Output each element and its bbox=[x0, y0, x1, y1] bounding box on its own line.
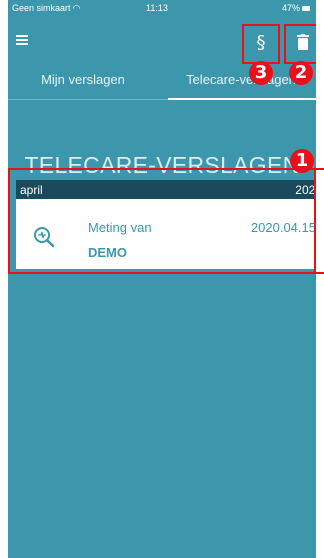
paragraph-icon: § bbox=[256, 32, 266, 53]
status-bar: Geen simkaart ◠ 11:13 47% bbox=[8, 0, 316, 18]
battery-icon bbox=[302, 6, 310, 12]
callout-badge-2: 2 bbox=[289, 61, 313, 85]
callout-badge-3: 3 bbox=[249, 61, 273, 85]
delete-button[interactable] bbox=[284, 24, 316, 64]
wifi-icon: ◠ bbox=[72, 3, 81, 13]
carrier-label: Geen simkaart ◠ bbox=[12, 3, 81, 13]
app-screen: Geen simkaart ◠ 11:13 47% § Mijn verslage… bbox=[8, 0, 316, 558]
legal-button[interactable]: § bbox=[242, 24, 280, 64]
report-highlight-edge bbox=[314, 168, 316, 274]
hamburger-icon[interactable] bbox=[16, 35, 28, 45]
report-highlight-box bbox=[8, 168, 324, 274]
active-tab-indicator bbox=[168, 98, 316, 100]
battery-indicator: 47% bbox=[282, 3, 310, 13]
trash-icon bbox=[297, 34, 309, 50]
tab-mijn-verslagen[interactable]: Mijn verslagen bbox=[8, 62, 158, 98]
header-bar: § bbox=[8, 18, 316, 64]
clock: 11:13 bbox=[146, 3, 168, 13]
callout-badge-1: 1 bbox=[290, 149, 314, 173]
